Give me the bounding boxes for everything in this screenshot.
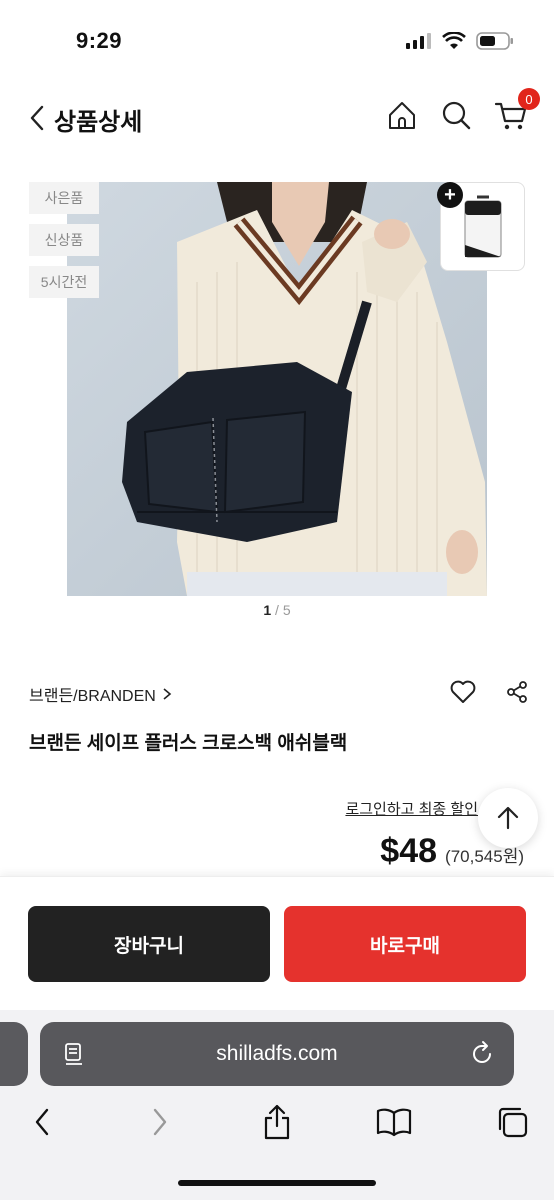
add-to-cart-button[interactable]: 장바구니	[28, 906, 270, 982]
signal-icon	[406, 33, 431, 49]
reload-icon[interactable]	[470, 1040, 494, 1066]
image-pager: 1 / 5	[0, 602, 554, 618]
chevron-right-icon	[153, 1108, 167, 1136]
book-icon	[376, 1108, 412, 1137]
share-ios-icon	[264, 1104, 290, 1140]
browser-share-button[interactable]	[255, 1100, 299, 1144]
brand-name: 브랜든/BRANDEN	[29, 688, 156, 705]
tag-new: 신상품	[29, 224, 99, 256]
share-icon[interactable]	[506, 680, 528, 704]
arrow-up-icon	[497, 806, 519, 830]
pager-total: / 5	[275, 602, 291, 618]
product-actions	[450, 680, 528, 704]
product-name: 브랜든 세이프 플러스 크로스백 애쉬블랙	[29, 733, 348, 754]
product-photo	[67, 182, 487, 596]
header-actions: 0	[386, 88, 540, 132]
cart-button[interactable]: 0	[494, 88, 540, 132]
product-image[interactable]	[67, 182, 487, 596]
search-icon[interactable]	[440, 99, 472, 131]
chevron-left-icon	[35, 1108, 49, 1136]
price-block: $48 (70,545원)	[380, 832, 524, 871]
tag-gift: 사은품	[29, 182, 99, 214]
tag-time: 5시간전	[29, 266, 99, 298]
pager-current: 1	[263, 602, 272, 618]
heart-icon[interactable]	[450, 680, 476, 704]
url-text: shilladfs.com	[216, 1042, 338, 1065]
add-related-button[interactable]: +	[437, 182, 463, 208]
browser-nav-row	[0, 1100, 554, 1148]
browser-forward-button[interactable]	[138, 1100, 182, 1144]
price-krw: (70,545원)	[445, 847, 524, 866]
home-indicator	[178, 1180, 376, 1186]
back-button[interactable]	[22, 102, 52, 134]
browser-back-button[interactable]	[20, 1100, 64, 1144]
buy-now-button[interactable]: 바로구매	[284, 906, 526, 982]
battery-icon	[476, 32, 513, 50]
status-time: 9:29	[76, 28, 123, 53]
brand-link[interactable]: 브랜든/BRANDEN	[29, 682, 172, 706]
login-discount-link[interactable]: 로그인하고 최종 할인	[345, 798, 478, 819]
bookmarks-button[interactable]	[372, 1100, 416, 1144]
reader-icon[interactable]	[64, 1042, 84, 1066]
tabs-button[interactable]	[490, 1100, 534, 1144]
chevron-right-icon	[163, 688, 172, 700]
price-usd: $48	[380, 832, 438, 870]
cart-count-badge: 0	[518, 88, 540, 110]
address-bar[interactable]: shilladfs.com	[40, 1022, 514, 1086]
tabs-icon	[498, 1107, 528, 1138]
previous-tab-edge[interactable]	[0, 1022, 28, 1086]
back-icon	[30, 105, 44, 131]
status-icons	[406, 32, 514, 50]
home-icon[interactable]	[386, 99, 418, 131]
page-title: 상품상세	[54, 109, 143, 136]
wifi-icon	[442, 32, 466, 49]
